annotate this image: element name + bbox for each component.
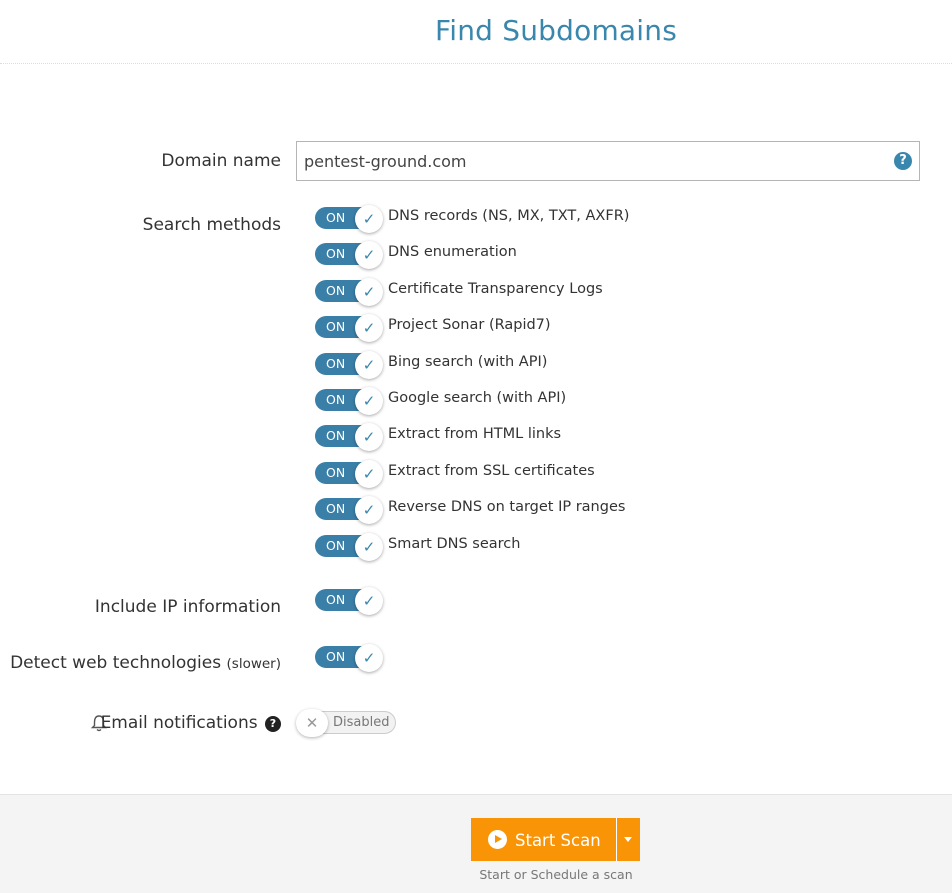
- page-title: Find Subdomains: [434, 14, 677, 47]
- play-circle-icon: [488, 829, 507, 849]
- scan-hint: Start or Schedule a scan: [479, 867, 633, 882]
- domain-name-input[interactable]: [297, 142, 877, 180]
- check-icon: ✓: [355, 314, 383, 343]
- search-method-toggle[interactable]: ON ✓: [315, 459, 383, 488]
- question-circle-icon[interactable]: ?: [894, 152, 912, 170]
- scan-options-dropdown-button[interactable]: [617, 818, 640, 861]
- check-icon: ✓: [355, 532, 383, 561]
- search-method-label: Bing search (with API): [388, 353, 548, 370]
- check-icon: ✓: [355, 277, 383, 306]
- detect-web-label-text: Detect web technologies: [10, 653, 222, 673]
- detect-web-label: Detect web technologies (slower): [10, 653, 281, 673]
- check-icon: ✓: [355, 587, 383, 615]
- start-scan-button[interactable]: Start Scan: [471, 818, 616, 861]
- search-method-label: Smart DNS search: [388, 535, 521, 552]
- include-ip-label: Include IP information: [94, 597, 281, 617]
- search-method-label: Project Sonar (Rapid7): [388, 317, 551, 334]
- check-icon: ✓: [355, 350, 383, 379]
- detect-web-note: (slower): [226, 656, 281, 672]
- search-method-toggle[interactable]: ON ✓: [315, 205, 383, 233]
- search-method-toggle[interactable]: ON ✓: [315, 277, 383, 306]
- check-icon: ✓: [355, 241, 383, 270]
- search-methods-label: Search methods: [142, 215, 281, 235]
- domain-input-wrapper: ?: [296, 141, 920, 181]
- search-method-toggle[interactable]: ON ✓: [315, 532, 383, 561]
- search-method-label: Google search (with API): [388, 390, 567, 406]
- start-scan-label: Start Scan: [515, 830, 601, 850]
- x-icon: ✕: [296, 709, 328, 737]
- include-ip-toggle[interactable]: ON ✓: [315, 587, 383, 615]
- search-method-toggle[interactable]: ON ✓: [315, 423, 383, 452]
- check-icon: ✓: [355, 644, 383, 672]
- search-method-label: DNS records (NS, MX, TXT, AXFR): [388, 208, 630, 224]
- check-icon: ✓: [355, 423, 383, 452]
- search-method-label: Reverse DNS on target IP ranges: [388, 499, 626, 516]
- caret-down-icon: [624, 837, 632, 842]
- search-method-toggle[interactable]: ON ✓: [315, 314, 383, 343]
- search-method-toggle[interactable]: ON ✓: [315, 496, 383, 525]
- search-method-toggle[interactable]: ON ✓: [315, 350, 383, 379]
- search-method-label: DNS enumeration: [388, 244, 517, 261]
- question-circle-icon[interactable]: ?: [265, 716, 281, 732]
- search-method-label: Extract from SSL certificates: [388, 462, 595, 479]
- search-method-label: Certificate Transparency Logs: [388, 280, 603, 297]
- page-header: Find Subdomains: [0, 0, 952, 64]
- email-notifications-label-text: Email notifications: [100, 713, 258, 733]
- check-icon: ✓: [355, 496, 383, 525]
- check-icon: ✓: [355, 205, 383, 233]
- email-notifications-toggle[interactable]: Disabled ✕: [296, 709, 397, 737]
- check-icon: ✓: [355, 459, 383, 488]
- search-method-toggle[interactable]: ON ✓: [315, 241, 383, 270]
- email-notifications-label: Email notifications ?: [101, 713, 281, 733]
- search-method-label: Extract from HTML links: [388, 426, 562, 443]
- search-method-toggle[interactable]: ON ✓: [315, 387, 383, 415]
- check-icon: ✓: [355, 387, 383, 415]
- domain-name-label: Domain name: [161, 151, 281, 171]
- detect-web-toggle[interactable]: ON ✓: [315, 644, 383, 672]
